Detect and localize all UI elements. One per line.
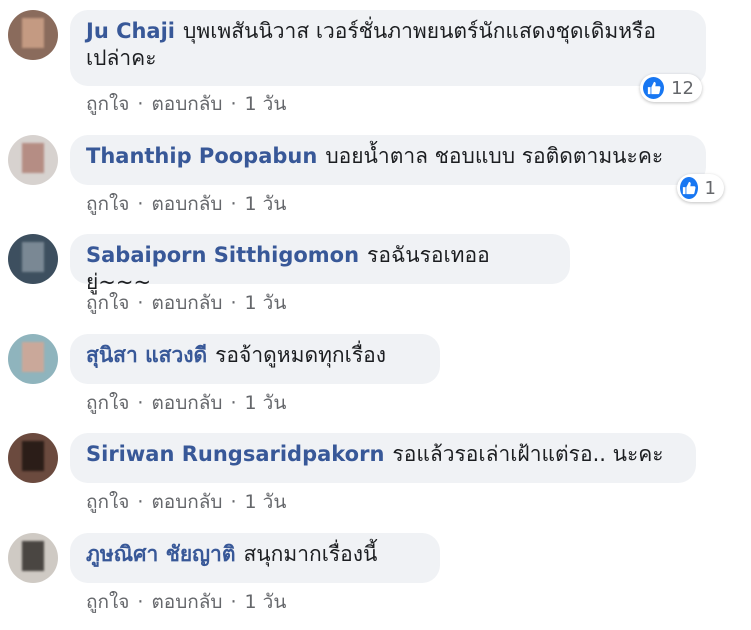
comment-text: สนุกมากเรื่องนี้ (243, 542, 378, 566)
separator: · (230, 392, 237, 414)
comment-bubble: ภูษณิศา ชัยญาติ สนุกมากเรื่องนี้ (70, 533, 440, 583)
comment-author-link[interactable]: สุนิสา แสวงดี (86, 343, 207, 367)
like-link[interactable]: ถูกใจ (86, 392, 129, 414)
reaction-count: 1 (704, 177, 716, 199)
comment-author-link[interactable]: ภูษณิศา ชัยญาติ (86, 542, 235, 566)
reply-link[interactable]: ตอบกลับ (151, 591, 222, 613)
separator: · (230, 193, 237, 215)
separator: · (137, 392, 144, 414)
avatar[interactable] (8, 433, 58, 483)
like-link[interactable]: ถูกใจ (86, 591, 129, 613)
comment-author-link[interactable]: Siriwan Rungsaridpakorn (86, 442, 384, 466)
timestamp-link[interactable]: 1 วัน (245, 193, 287, 215)
timestamp-link[interactable]: 1 วัน (245, 591, 287, 613)
separator: · (230, 491, 237, 513)
thumbs-up-icon (680, 177, 698, 199)
avatar[interactable] (8, 334, 58, 384)
comment-actions: ถูกใจ · ตอบกลับ · 1 วัน (86, 487, 286, 517)
avatar[interactable] (8, 10, 58, 60)
comment-author-link[interactable]: Ju Chaji (86, 19, 175, 43)
reaction-count-badge[interactable]: 12 (640, 74, 702, 102)
comment-actions: ถูกใจ · ตอบกลับ · 1 วัน (86, 388, 286, 418)
like-link[interactable]: ถูกใจ (86, 292, 129, 314)
reply-link[interactable]: ตอบกลับ (151, 491, 222, 513)
avatar[interactable] (8, 234, 58, 284)
separator: · (137, 491, 144, 513)
comment-actions: ถูกใจ · ตอบกลับ · 1 วัน (86, 288, 286, 318)
timestamp-link[interactable]: 1 วัน (245, 392, 287, 414)
separator: · (137, 292, 144, 314)
reply-link[interactable]: ตอบกลับ (151, 392, 222, 414)
reply-link[interactable]: ตอบกลับ (151, 193, 222, 215)
timestamp-link[interactable]: 1 วัน (245, 491, 287, 513)
separator: · (230, 292, 237, 314)
reaction-count-badge[interactable]: 1 (677, 174, 724, 202)
comment-actions: ถูกใจ · ตอบกลับ · 1 วัน (86, 189, 286, 219)
separator: · (137, 591, 144, 613)
avatar[interactable] (8, 533, 58, 583)
comment-bubble: สุนิสา แสวงดี รอจ้าดูหมดทุกเรื่อง (70, 334, 440, 384)
comment-bubble: Sabaiporn Sitthigomon รอฉันรอเทออยู่~~~ (70, 234, 570, 294)
reply-link[interactable]: ตอบกลับ (151, 292, 222, 314)
comment-text: บอยน้ำตาล ชอบแบบ รอติดตามนะคะ (325, 144, 664, 168)
separator: · (137, 193, 144, 215)
comment-bubble: Siriwan Rungsaridpakorn รอแล้วรอเล่าเฝ้าแ… (70, 433, 696, 483)
separator: · (230, 591, 237, 613)
like-link[interactable]: ถูกใจ (86, 193, 129, 215)
comment-actions: ถูกใจ · ตอบกลับ · 1 วัน (86, 587, 286, 617)
reply-link[interactable]: ตอบกลับ (151, 93, 222, 115)
timestamp-link[interactable]: 1 วัน (245, 93, 287, 115)
like-link[interactable]: ถูกใจ (86, 93, 129, 115)
avatar[interactable] (8, 135, 58, 185)
reaction-count: 12 (671, 77, 694, 99)
comment-bubble: Ju Chaji บุพเพสันนิวาส เวอร์ชั่นภาพยนตร์น… (70, 10, 706, 86)
comment-list: Ju Chaji บุพเพสันนิวาส เวอร์ชั่นภาพยนตร์น… (0, 0, 751, 630)
like-link[interactable]: ถูกใจ (86, 491, 129, 513)
comment-author-link[interactable]: Thanthip Poopabun (86, 144, 317, 168)
comment-bubble: Thanthip Poopabun บอยน้ำตาล ชอบแบบ รอติดต… (70, 135, 706, 185)
comment-actions: ถูกใจ · ตอบกลับ · 1 วัน (86, 89, 286, 119)
timestamp-link[interactable]: 1 วัน (245, 292, 287, 314)
comment-text: รอจ้าดูหมดทุกเรื่อง (215, 343, 386, 367)
comment-text: รอแล้วรอเล่าเฝ้าแต่รอ.. นะคะ (392, 442, 664, 466)
separator: · (137, 93, 144, 115)
thumbs-up-icon (643, 77, 665, 99)
comment-author-link[interactable]: Sabaiporn Sitthigomon (86, 243, 359, 267)
separator: · (230, 93, 237, 115)
